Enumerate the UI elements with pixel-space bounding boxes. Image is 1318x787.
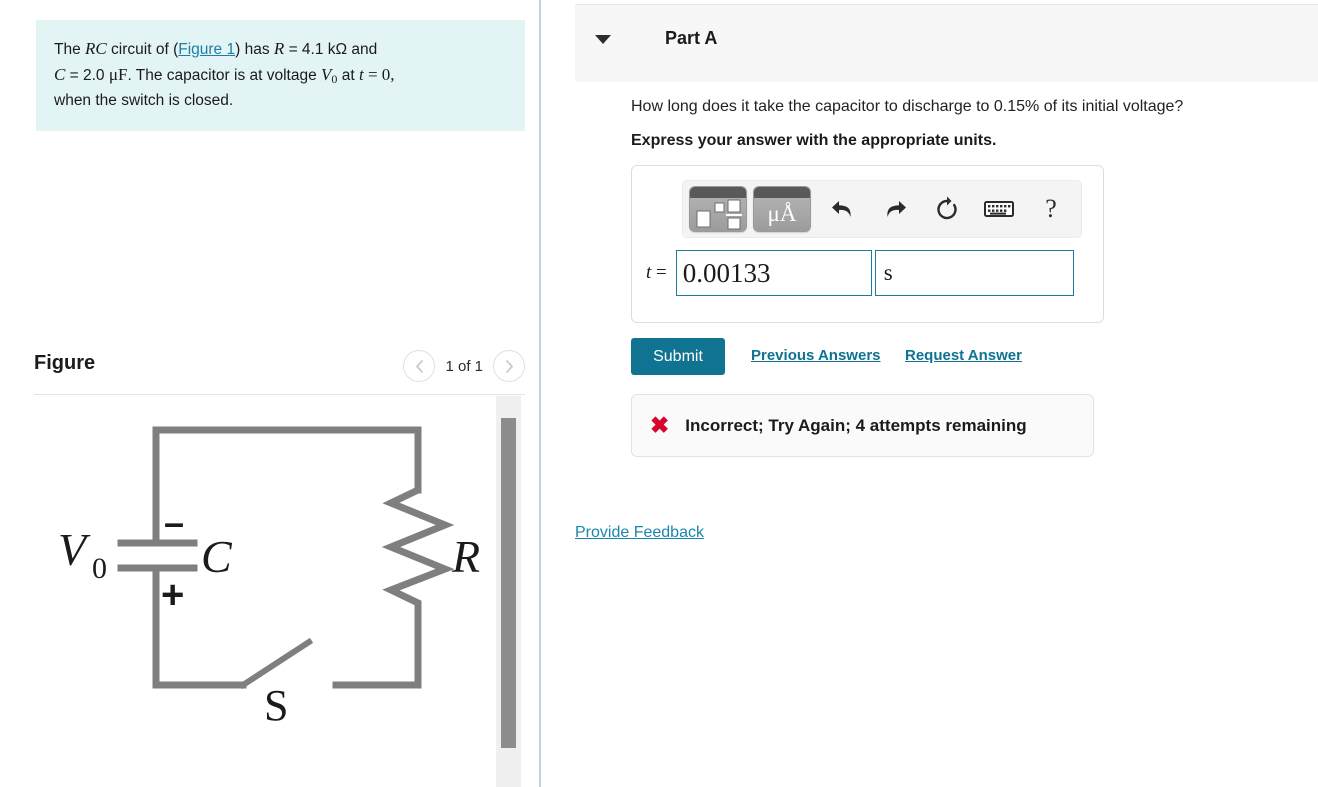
chevron-left-icon [414,359,425,374]
submit-button[interactable]: Submit [631,338,725,375]
capacitor-label: C [201,531,233,582]
problem-symbol-rc: RC [85,39,107,58]
capacitor-plus-sign: + [161,573,184,617]
units-palette-label: μÅ [767,200,797,226]
right-panel: Part A How long does it take the capacit… [543,0,1318,787]
status-banner: ✖ Incorrect; Try Again; 4 attempts remai… [631,394,1094,457]
answer-variable-symbol: t [646,262,652,283]
figure-title: Figure [34,352,96,374]
figure-header: Figure 1 of 1 [34,348,525,392]
figure-scrollbar-thumb[interactable] [501,418,516,748]
left-panel: The RC circuit of (Figure 1) has R = 4.1… [0,0,541,787]
caret-down-icon[interactable] [595,35,611,44]
problem-initial-time: = 0, [363,65,395,85]
problem-symbol-r: R [273,39,285,58]
answer-value-input[interactable]: 0.00133 [675,250,872,296]
source-label-subscript: 0 [92,552,107,585]
problem-capacitance-value: = 2.0 [65,67,109,85]
status-message: Incorrect; Try Again; 4 attempts remaini… [685,415,1027,435]
figure-viewport: V 0 C R S – + [34,396,496,787]
part-a-header[interactable]: Part A [575,4,1318,82]
answer-variable-label: t = [646,262,667,284]
keyboard-icon[interactable] [977,187,1021,231]
units-palette-icon[interactable]: μÅ [753,186,811,232]
redo-icon[interactable] [873,187,917,231]
problem-line1-pre: The [54,41,86,58]
instruction-text: Express your answer with the appropriate… [631,132,997,149]
problem-symbol-c: C [54,65,66,85]
help-icon[interactable]: ? [1029,187,1073,231]
switch-label: S [264,681,288,730]
figure-next-button[interactable] [493,350,525,382]
problem-line2-mid: . The capacitor is at voltage [127,67,322,85]
problem-page: The RC circuit of (Figure 1) has R = 4.1… [0,0,1318,787]
problem-capacitance-unit: μF [108,65,128,85]
answer-equals-sign: = [656,262,667,283]
problem-line3: when the switch is closed. [54,91,234,109]
resistor-label: R [451,531,480,582]
problem-resistance-value: = 4.1 kΩ and [284,41,378,58]
figure-1-link-label: Figure 1 [178,41,236,58]
figure-divider [34,394,525,395]
problem-line1-mid: circuit of ( [106,41,179,58]
part-a-label: Part A [665,28,718,48]
palette-cap [690,187,746,198]
provide-feedback-link[interactable]: Provide Feedback [575,524,704,542]
request-answer-link[interactable]: Request Answer [905,347,1022,364]
problem-line2-at: at [337,67,359,85]
figure-count: 1 of 1 [445,357,483,375]
chevron-right-icon [504,359,515,374]
reset-icon[interactable] [925,187,969,231]
problem-symbol-v0: V [321,65,332,85]
answer-toolbar: μÅ ? [682,180,1082,238]
source-label: V [58,524,91,575]
capacitor-minus-sign: – [164,502,184,543]
previous-answers-link[interactable]: Previous Answers [751,347,881,364]
undo-icon[interactable] [821,187,865,231]
x-mark-icon: ✖ [650,412,670,438]
answer-input-row: t = 0.00133 s [646,250,1074,296]
math-template-palette-icon[interactable] [689,186,747,232]
problem-statement: The RC circuit of (Figure 1) has R = 4.1… [36,20,525,131]
figure-prev-button[interactable] [403,350,436,382]
answer-unit-input[interactable]: s [874,250,1074,296]
figure-1-link[interactable]: Figure 1 [178,41,235,58]
problem-line1-post: ) has [235,41,274,58]
figure-navigation: 1 of 1 [403,350,525,382]
rc-circuit-diagram: V 0 C R S – + [58,426,480,730]
question-text: How long does it take the capacitor to d… [631,98,1184,115]
answer-entry-box: μÅ ? t = 0.00133 s [631,165,1104,323]
